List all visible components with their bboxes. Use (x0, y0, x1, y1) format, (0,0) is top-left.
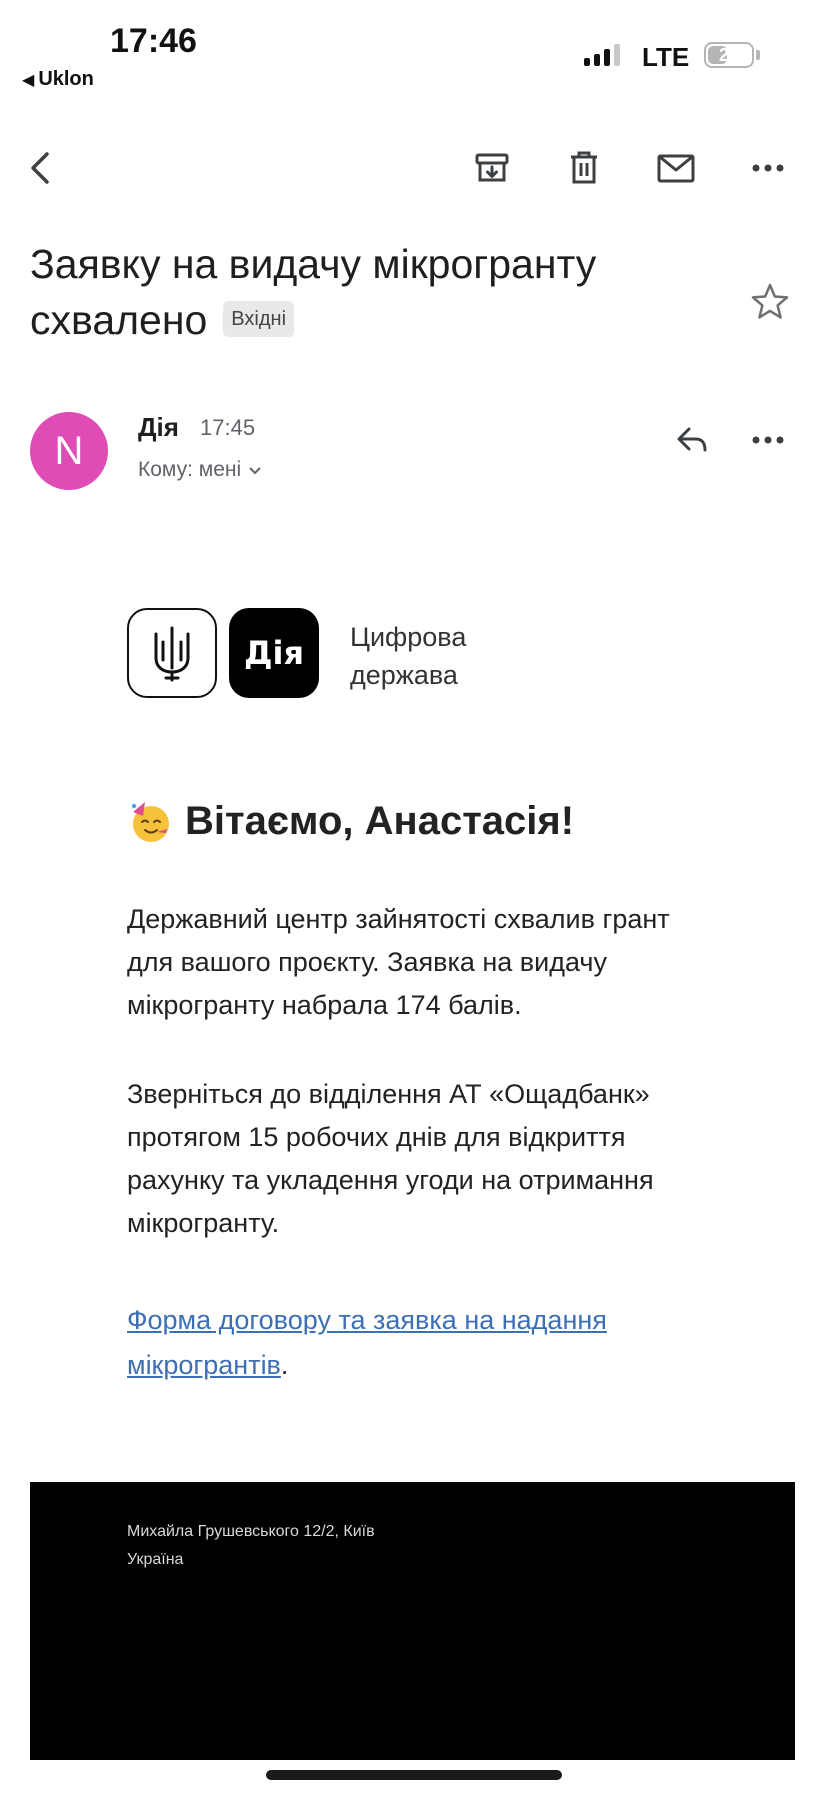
tagline-line-2: держава (350, 660, 458, 690)
greeting-heading: Вітаємо, Анастасія! (127, 798, 574, 844)
celebration-face-icon (131, 802, 169, 842)
back-arrow-icon[interactable] (20, 146, 64, 190)
address-line-1: Михайла Грушевського 12/2, Київ (127, 1523, 375, 1540)
address-line-2: Україна (127, 1551, 184, 1568)
status-time: 17:46 (110, 22, 197, 60)
contract-form-link[interactable]: Форма договору та заявка на надання мікр… (127, 1305, 607, 1380)
battery-tip (756, 50, 760, 60)
back-to-app-button[interactable]: ◀ Uklon (22, 68, 94, 91)
network-type: LTE (642, 42, 690, 72)
inbox-label-chip[interactable]: Вхідні (223, 301, 295, 338)
contract-link-line: Форма договору та заявка на надання мікр… (127, 1298, 717, 1388)
archive-icon[interactable] (470, 146, 514, 190)
back-app-label: Uklon (38, 68, 94, 90)
battery-level: 21 (718, 44, 740, 65)
more-options-icon[interactable] (746, 146, 790, 190)
chevron-down-icon (249, 467, 261, 475)
back-triangle-icon: ◀ (22, 71, 35, 89)
greeting-text: Вітаємо, Анастасія! (185, 798, 575, 843)
sender-name: Дія (138, 412, 179, 442)
mail-icon[interactable] (654, 146, 698, 190)
logo-tagline: Цифрова держава (350, 618, 570, 694)
recipient-label: Кому: мені (138, 458, 242, 481)
footer-address: Михайла Грушевського 12/2, Київ Україна (127, 1518, 527, 1574)
sender-avatar[interactable]: N (30, 412, 108, 490)
star-icon[interactable] (748, 280, 792, 324)
battery-icon: 21 (704, 42, 754, 68)
tagline-line-1: Цифрова (350, 622, 467, 652)
email-subject: Заявку на видачу мікрогранту схвалено Вхі… (30, 236, 730, 348)
subject-text: Заявку на видачу мікрогранту схвалено (30, 241, 597, 343)
trident-icon (154, 626, 190, 682)
link-suffix: . (280, 1350, 289, 1380)
reply-icon[interactable] (670, 418, 714, 462)
home-indicator[interactable] (266, 1770, 562, 1780)
diia-logo: Дія (229, 608, 319, 698)
instructions-paragraph: Зверніться до відділення АТ «Ощадбанк» п… (127, 1079, 654, 1238)
trident-logo (127, 608, 217, 698)
approval-paragraph: Державний центр зайнятості схвалив грант… (127, 904, 670, 1020)
trash-icon[interactable] (562, 146, 606, 190)
message-more-icon[interactable] (746, 418, 790, 462)
cellular-signal-icon (584, 44, 620, 66)
sent-time: 17:45 (200, 415, 256, 440)
recipient-toggle[interactable]: Кому: мені (138, 458, 263, 482)
